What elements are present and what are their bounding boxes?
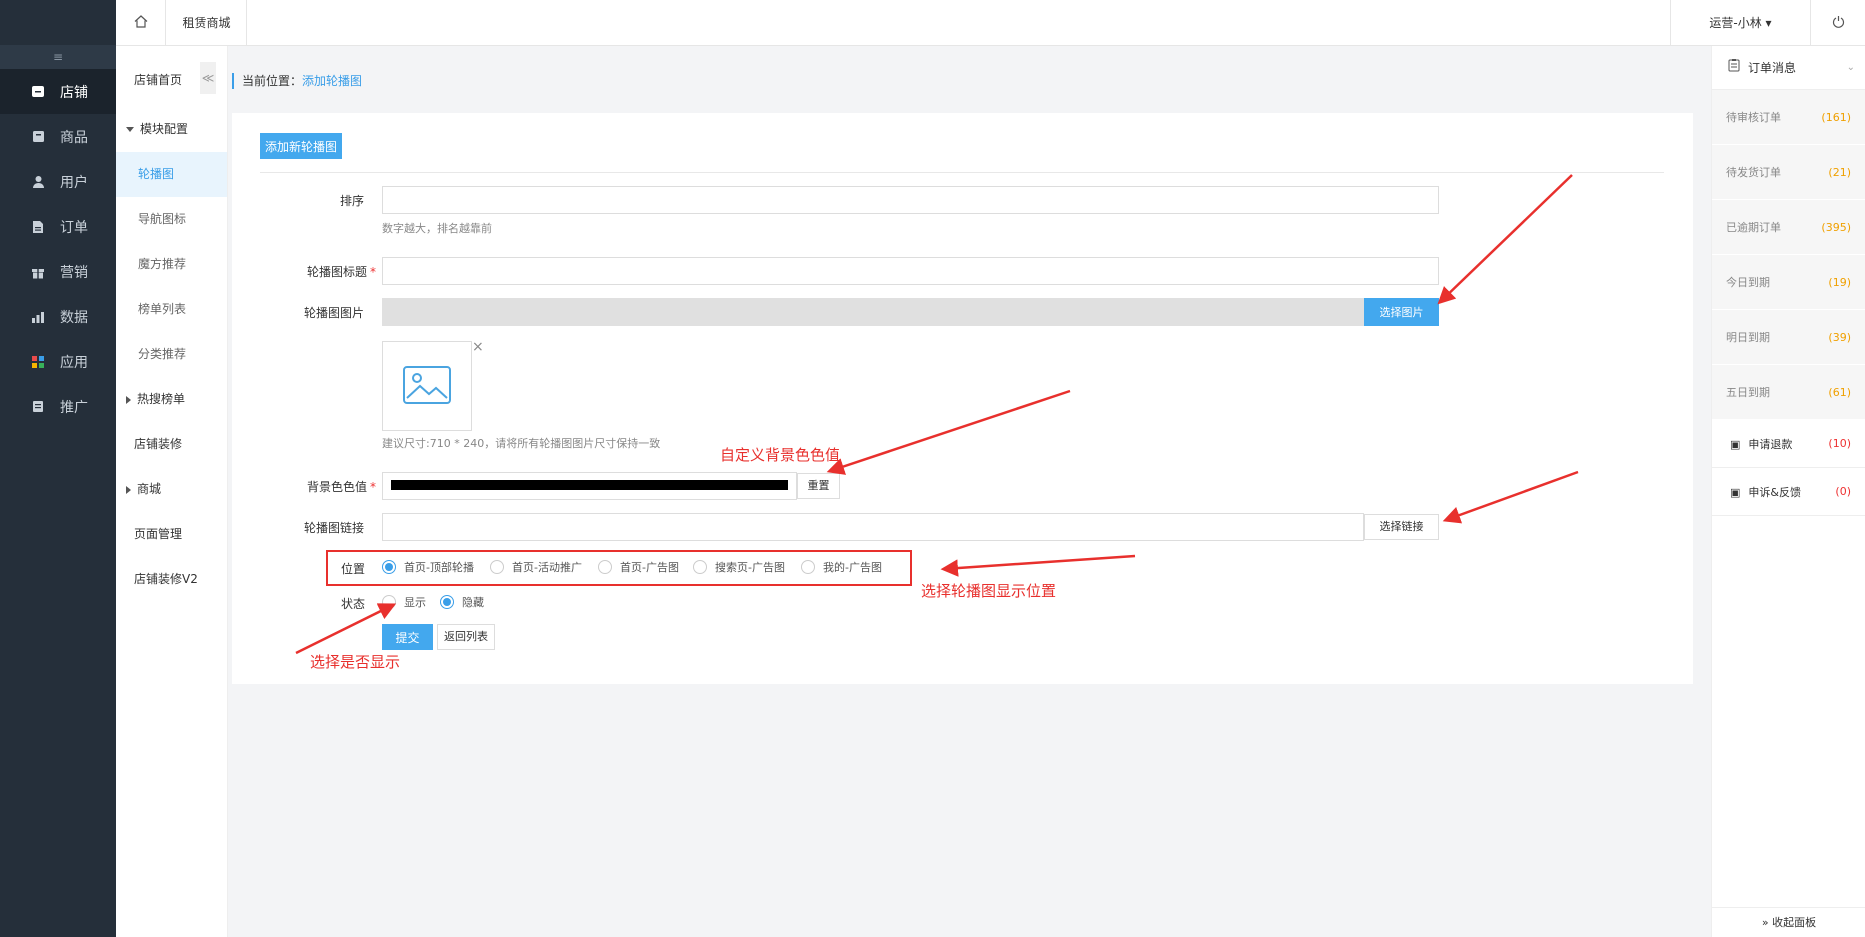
row-count: (10): [1828, 437, 1851, 450]
row-label: 今日到期: [1726, 276, 1770, 289]
row-label: 明日到期: [1726, 331, 1770, 344]
arrow-to-bg-color: [826, 389, 1071, 475]
due-tomorrow[interactable]: 明日到期 (39): [1712, 310, 1865, 365]
due-today[interactable]: 今日到期 (19): [1712, 255, 1865, 310]
row-label: 五日到期: [1726, 386, 1770, 399]
overdue-orders[interactable]: 已逾期订单 (395): [1712, 200, 1865, 255]
order-message-header[interactable]: 订单消息 ⌄: [1712, 46, 1865, 90]
order-message-panel: 订单消息 ⌄ 待审核订单 (161) 待发货订单 (21) 已逾期订单 (395) 今…: [1711, 46, 1865, 937]
row-count: (19): [1828, 275, 1851, 289]
feedback-icon: ▣: [1730, 485, 1741, 499]
pending-ship-orders[interactable]: 待发货订单 (21): [1712, 145, 1865, 200]
collapse-panel-button[interactable]: » 收起面板: [1712, 907, 1865, 937]
pending-review-orders[interactable]: 待审核订单 (161): [1712, 90, 1865, 145]
row-count: (395): [1821, 220, 1851, 234]
chevron-down-icon: ⌄: [1846, 61, 1855, 73]
arrow-to-status: [295, 603, 397, 655]
clipboard-icon: [1728, 46, 1740, 90]
row-count: (0): [1835, 485, 1851, 498]
arrow-to-position: [940, 554, 1136, 577]
row-label: 待发货订单: [1726, 166, 1781, 179]
arrow-to-choose-image: [1437, 174, 1573, 305]
arrow-to-choose-link: [1442, 470, 1579, 524]
row-count: (21): [1828, 165, 1851, 179]
row-count: (161): [1821, 110, 1851, 124]
row-label: 待审核订单: [1726, 111, 1781, 124]
order-message-title: 订单消息: [1748, 60, 1797, 75]
due-five-days[interactable]: 五日到期 (61): [1712, 365, 1865, 420]
row-label: 已逾期订单: [1726, 221, 1781, 234]
refund-requests[interactable]: ▣ 申请退款 (10): [1712, 420, 1865, 468]
row-label-wrap: ▣ 申请退款: [1730, 436, 1792, 452]
row-count: (39): [1828, 330, 1851, 344]
refund-icon: ▣: [1730, 437, 1741, 451]
complaints-feedback[interactable]: ▣ 申诉&反馈 (0): [1712, 468, 1865, 516]
row-label-wrap: ▣ 申诉&反馈: [1730, 484, 1801, 500]
row-label: 申请退款: [1748, 437, 1793, 451]
annotation-arrows: [295, 174, 1579, 655]
row-count: (61): [1828, 385, 1851, 399]
row-label: 申诉&反馈: [1748, 485, 1801, 499]
